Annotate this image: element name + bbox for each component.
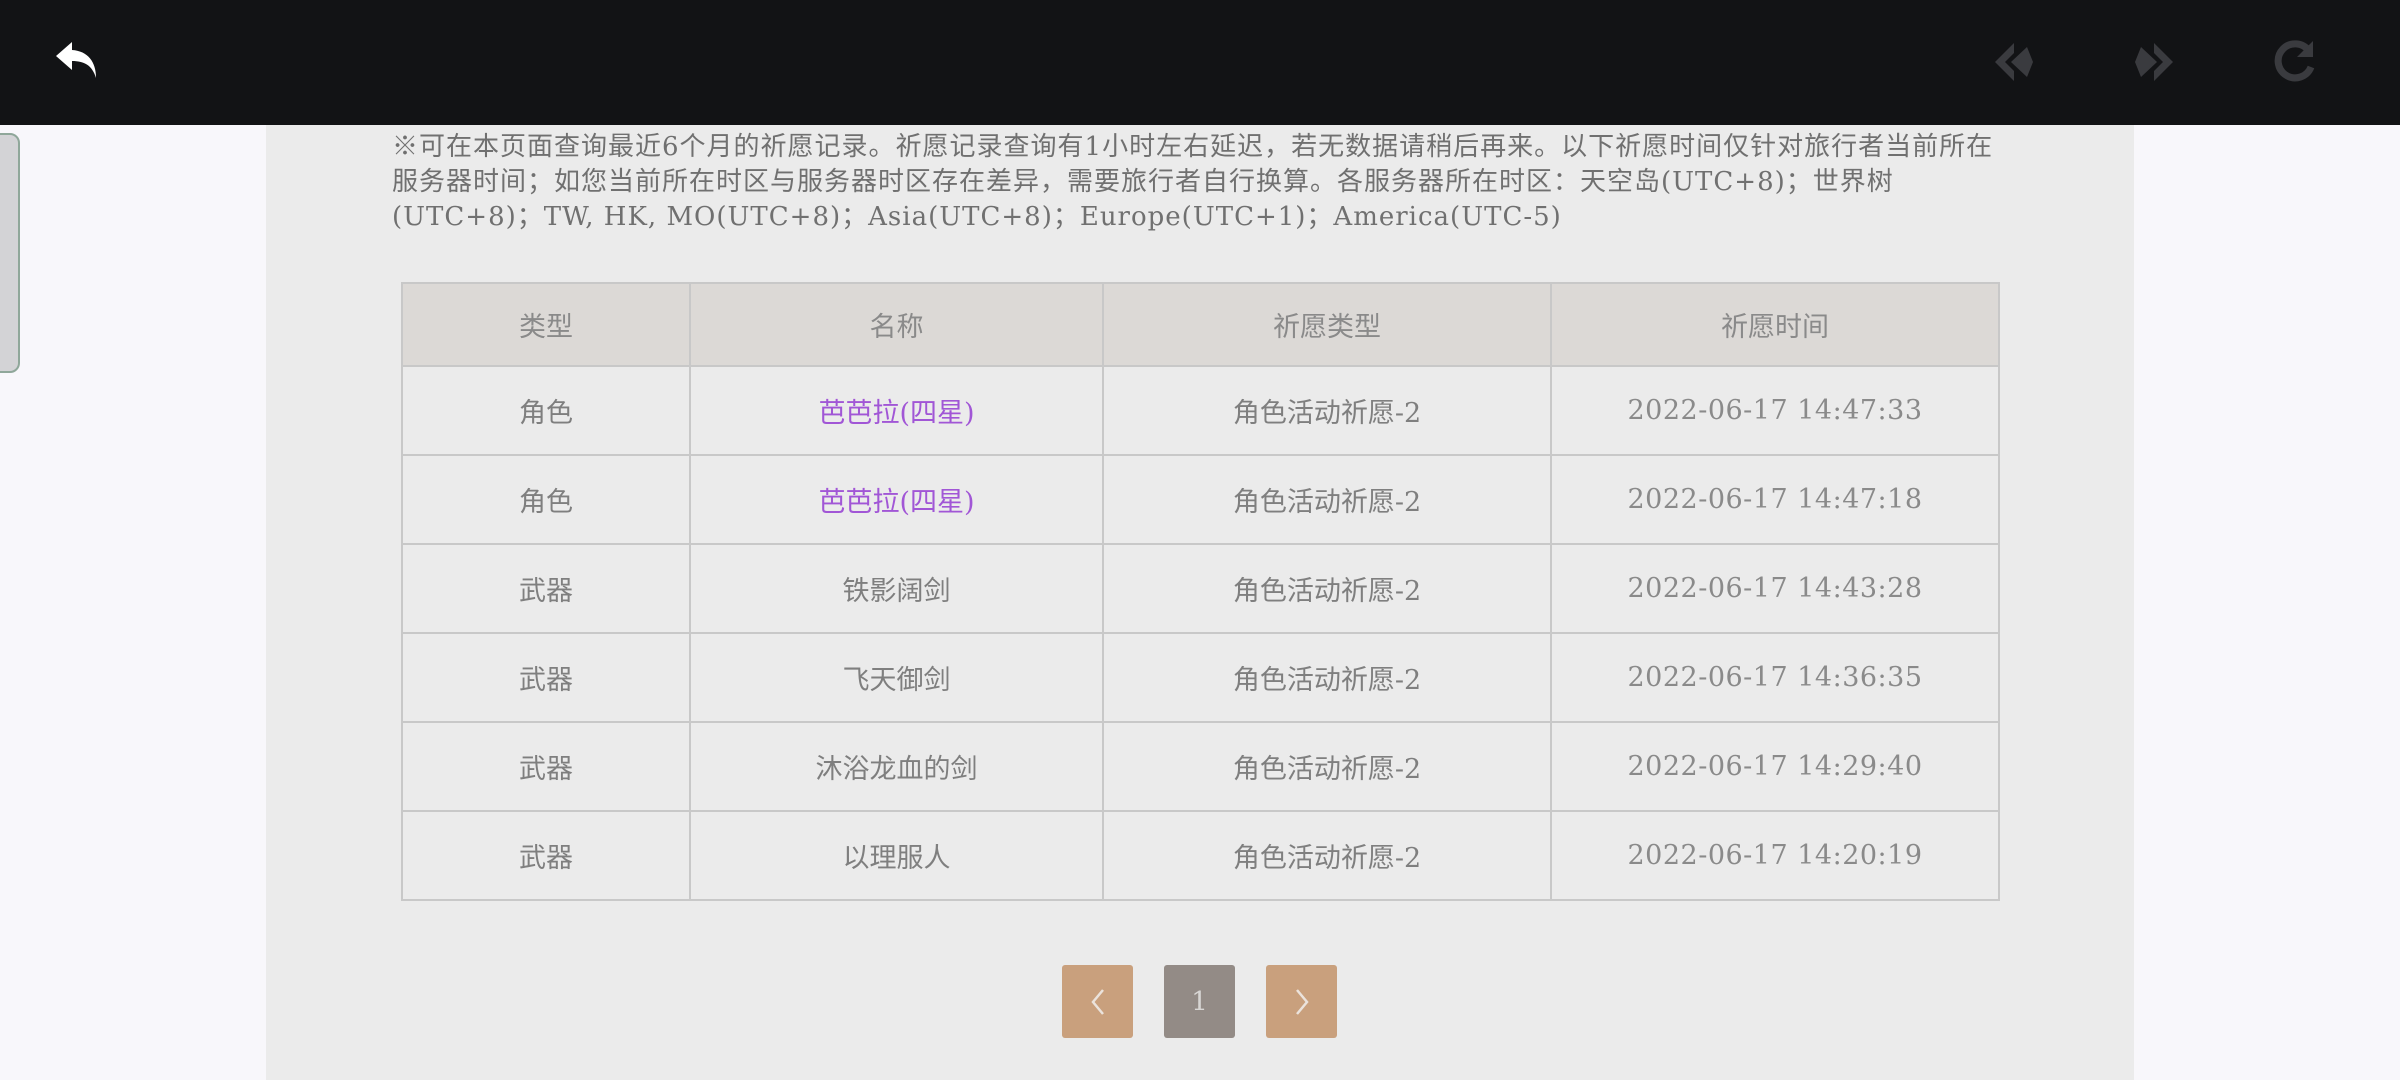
header-name: 名称 [689,282,1104,367]
cell-wish-type: 角色活动祈愿-2 [1102,365,1552,456]
top-toolbar [0,0,2400,125]
cell-time: 2022-06-17 14:29:40 [1550,721,2000,812]
cell-type: 角色 [401,454,691,545]
header-wish-type: 祈愿类型 [1102,282,1552,367]
cell-name: 铁影阔剑 [689,543,1104,634]
refresh-icon [2274,40,2315,82]
cell-time: 2022-06-17 14:20:19 [1550,810,2000,901]
cell-wish-type: 角色活动祈愿-2 [1102,454,1552,545]
nav-forward-diamond-icon [2135,43,2173,81]
table-header-row: 类型 名称 祈愿类型 祈愿时间 [401,282,2000,367]
refresh-button[interactable] [2262,30,2326,94]
cell-name: 飞天御剑 [689,632,1104,723]
cell-type: 武器 [401,632,691,723]
cell-type: 角色 [401,365,691,456]
table-row: 武器 铁影阔剑 角色活动祈愿-2 2022-06-17 14:43:28 [401,543,2000,634]
current-page-indicator[interactable]: 1 [1164,965,1235,1038]
cell-wish-type: 角色活动祈愿-2 [1102,632,1552,723]
table-row: 武器 沐浴龙血的剑 角色活动祈愿-2 2022-06-17 14:29:40 [401,721,2000,812]
cell-time: 2022-06-17 14:47:18 [1550,454,2000,545]
page-forward-button[interactable] [2122,30,2186,94]
cell-time: 2022-06-17 14:43:28 [1550,543,2000,634]
cell-wish-type: 角色活动祈愿-2 [1102,543,1552,634]
cell-wish-type: 角色活动祈愿-2 [1102,721,1552,812]
cell-name: 芭芭拉(四星) [689,365,1104,456]
cell-type: 武器 [401,721,691,812]
header-wish-time: 祈愿时间 [1550,282,2000,367]
cell-type: 武器 [401,810,691,901]
cell-wish-type: 角色活动祈愿-2 [1102,810,1552,901]
nav-back-diamond-icon [1995,43,2033,81]
chevron-right-icon [1295,988,1309,1015]
cell-name: 沐浴龙血的剑 [689,721,1104,812]
next-page-button[interactable] [1266,965,1337,1038]
notice-text: ※可在本页面查询最近6个月的祈愿记录。祈愿记录查询有1小时左右延迟，若无数据请稍… [392,132,1994,232]
header-type: 类型 [401,282,691,367]
side-drawer-handle[interactable] [0,133,20,373]
chevron-left-icon [1090,988,1104,1015]
prev-page-button[interactable] [1062,965,1133,1038]
cell-name: 以理服人 [689,810,1104,901]
cell-name: 芭芭拉(四星) [689,454,1104,545]
back-arrow-icon [56,42,96,78]
table-row: 武器 飞天御剑 角色活动祈愿-2 2022-06-17 14:36:35 [401,632,2000,723]
page-back-button[interactable] [1982,30,2046,94]
table-row: 角色 芭芭拉(四星) 角色活动祈愿-2 2022-06-17 14:47:33 [401,365,2000,456]
cell-time: 2022-06-17 14:36:35 [1550,632,2000,723]
cell-type: 武器 [401,543,691,634]
wish-records-table: 类型 名称 祈愿类型 祈愿时间 角色 芭芭拉(四星) 角色活动祈愿-2 2022… [401,282,2000,901]
table-row: 武器 以理服人 角色活动祈愿-2 2022-06-17 14:20:19 [401,810,2000,901]
cell-time: 2022-06-17 14:47:33 [1550,365,2000,456]
table-row: 角色 芭芭拉(四星) 角色活动祈愿-2 2022-06-17 14:47:18 [401,454,2000,545]
back-button[interactable] [46,30,110,94]
